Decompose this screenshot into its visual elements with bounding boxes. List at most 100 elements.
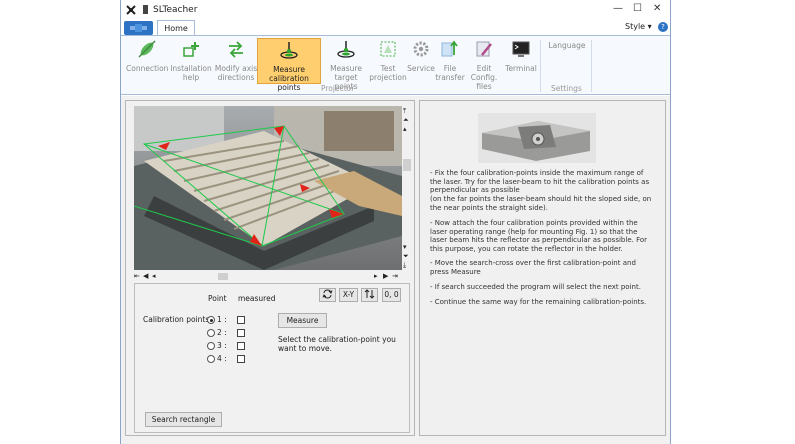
instruction-paragraph: - If search succeeded the program will s… xyxy=(430,283,641,291)
swap-xy-button[interactable]: X-Y xyxy=(339,288,358,302)
connection-label: Connection xyxy=(126,64,169,73)
maximize-icon[interactable]: ☐ xyxy=(633,3,642,14)
axis-directions-icon xyxy=(229,41,243,58)
horizontal-scroll-thumb[interactable] xyxy=(218,273,228,280)
modify-axis-button[interactable]: Modify axis directions xyxy=(214,38,258,84)
search-rectangle-button[interactable]: Search rectangle xyxy=(145,412,222,427)
measure-button-label: Measure xyxy=(286,316,319,325)
point-1-measured-checkbox xyxy=(237,316,245,324)
service-button[interactable]: Service xyxy=(406,38,436,84)
point-4-label: 4 : xyxy=(217,354,227,363)
app-logo-icon xyxy=(125,4,137,16)
instruction-paragraph: (on the far points the laser-beam should… xyxy=(430,195,652,212)
calibration-point-3-radio[interactable] xyxy=(207,342,215,350)
edit-config-button[interactable]: Edit Config. files xyxy=(466,38,502,91)
file-transfer-label: File transfer xyxy=(435,64,465,82)
ribbon-group-separator xyxy=(591,40,592,92)
swap-xy-label: X-Y xyxy=(342,290,355,299)
window-title: SLTeacher xyxy=(153,5,198,15)
installation-help-label: Installation help xyxy=(170,64,212,82)
scroll-last-icon[interactable]: ⇥ xyxy=(392,272,398,280)
scroll-down-icon[interactable]: ▾ xyxy=(403,243,407,251)
close-icon[interactable]: ✕ xyxy=(653,3,661,14)
scroll-right-fast-icon[interactable]: ▶ xyxy=(383,272,388,280)
main-content: ⤒ ⏶ ▴ ▾ ⏷ ⤓ ⇤ ◀ ◂ ▸ ▶ ⇥ Point measured X… xyxy=(121,96,670,444)
edit-config-icon xyxy=(476,41,492,57)
scroll-first-icon[interactable]: ⇤ xyxy=(134,272,140,280)
scroll-down-fast-icon[interactable]: ⏷ xyxy=(403,252,409,260)
quick-access-icon[interactable] xyxy=(142,5,149,14)
selection-hint: Select the calibration-point you want to… xyxy=(278,335,396,353)
measured-column-header: measured xyxy=(238,294,276,303)
test-projection-button[interactable]: Test projection xyxy=(367,38,409,84)
image-horizontal-scrollbar[interactable]: ⇤ ◀ ◂ ▸ ▶ ⇥ xyxy=(134,272,402,281)
instruction-paragraph: - Continue the same way for the remainin… xyxy=(430,298,647,306)
vertical-scroll-thumb[interactable] xyxy=(403,159,411,171)
measure-target-button[interactable]: Measure target points xyxy=(323,38,369,91)
rotate-button[interactable] xyxy=(319,288,336,302)
file-transfer-icon xyxy=(441,40,458,57)
service-gear-icon xyxy=(413,41,429,57)
scroll-up-fast-icon[interactable]: ⏶ xyxy=(403,116,409,124)
test-projection-label: Test projection xyxy=(369,64,407,82)
instruction-paragraph: - Now attach the four calibration points… xyxy=(430,219,648,253)
origin-button[interactable]: 0, 0 xyxy=(382,288,401,302)
title-bar: SLTeacher — ☐ ✕ xyxy=(121,0,670,20)
flip-icon xyxy=(364,289,375,299)
connection-button[interactable]: Connection xyxy=(126,38,168,84)
measure-calibration-button[interactable]: Measure calibration points xyxy=(257,38,321,92)
instruction-paragraph: - Fix the four calibration-points inside… xyxy=(430,169,650,195)
installation-help-icon xyxy=(183,42,199,57)
scroll-right-icon[interactable]: ▸ xyxy=(374,272,378,280)
measure-calibration-icon xyxy=(280,42,298,59)
calibration-panel: Point measured X-Y 0, 0 Calibration poin… xyxy=(134,283,410,433)
style-menu[interactable]: Style ▾ xyxy=(625,22,652,31)
point-column-header: Point xyxy=(208,294,227,303)
ribbon-group-separator xyxy=(540,40,541,92)
scroll-left-icon[interactable]: ◂ xyxy=(152,272,156,280)
app-menu-button[interactable] xyxy=(124,21,153,35)
terminal-icon xyxy=(512,41,530,57)
measure-calibration-label: Measure calibration points xyxy=(269,65,309,92)
calibration-point-1-radio[interactable] xyxy=(207,316,215,324)
measure-target-icon xyxy=(337,41,355,58)
flip-button[interactable] xyxy=(361,288,378,302)
camera-view-image[interactable] xyxy=(134,106,402,270)
scroll-up-icon[interactable]: ▴ xyxy=(403,125,407,133)
modify-axis-label: Modify axis directions xyxy=(214,64,258,82)
terminal-label: Terminal xyxy=(505,64,537,73)
edit-config-label: Edit Config. files xyxy=(470,64,498,91)
language-label: Language xyxy=(548,41,586,50)
origin-label: 0, 0 xyxy=(384,290,399,299)
installation-help-button[interactable]: Installation help xyxy=(169,38,213,84)
instructions-pane: - Fix the four calibration-points inside… xyxy=(419,100,666,436)
connection-icon xyxy=(138,40,156,58)
reflector-holder-image xyxy=(478,113,596,163)
app-menu-icon xyxy=(130,24,147,32)
scroll-top-icon[interactable]: ⤒ xyxy=(403,107,406,115)
projector-group-label: Projector xyxy=(321,84,355,93)
point-4-measured-checkbox xyxy=(237,355,245,363)
point-3-label: 3 : xyxy=(217,341,227,350)
calibration-point-2-radio[interactable] xyxy=(207,329,215,337)
search-rectangle-label: Search rectangle xyxy=(151,415,216,424)
terminal-button[interactable]: Terminal xyxy=(504,38,538,84)
minimize-icon[interactable]: — xyxy=(613,3,623,14)
file-transfer-button[interactable]: File transfer xyxy=(434,38,466,84)
help-icon[interactable]: ? xyxy=(658,22,668,32)
language-button[interactable]: Language xyxy=(546,41,588,87)
camera-pane: ⤒ ⏶ ▴ ▾ ⏷ ⤓ ⇤ ◀ ◂ ▸ ▶ ⇥ Point measured X… xyxy=(125,100,415,436)
ribbon: Connection Installation help Modify axis… xyxy=(121,35,670,95)
scroll-bottom-icon[interactable]: ⤓ xyxy=(403,261,406,269)
calibration-point-4-radio[interactable] xyxy=(207,355,215,363)
app-window: SLTeacher — ☐ ✕ Home Style ▾ ? Connectio… xyxy=(120,0,671,444)
point-1-label: 1 : xyxy=(217,315,227,324)
scroll-left-fast-icon[interactable]: ◀ xyxy=(143,272,148,280)
test-projection-icon xyxy=(380,41,396,57)
measure-button[interactable]: Measure xyxy=(278,313,327,328)
calibration-points-label: Calibration points xyxy=(143,315,210,324)
point-2-measured-checkbox xyxy=(237,329,245,337)
image-vertical-scrollbar[interactable]: ⤒ ⏶ ▴ ▾ ⏷ ⤓ xyxy=(402,107,412,269)
settings-group-label: Settings xyxy=(551,84,582,93)
tab-home[interactable]: Home xyxy=(157,20,195,36)
